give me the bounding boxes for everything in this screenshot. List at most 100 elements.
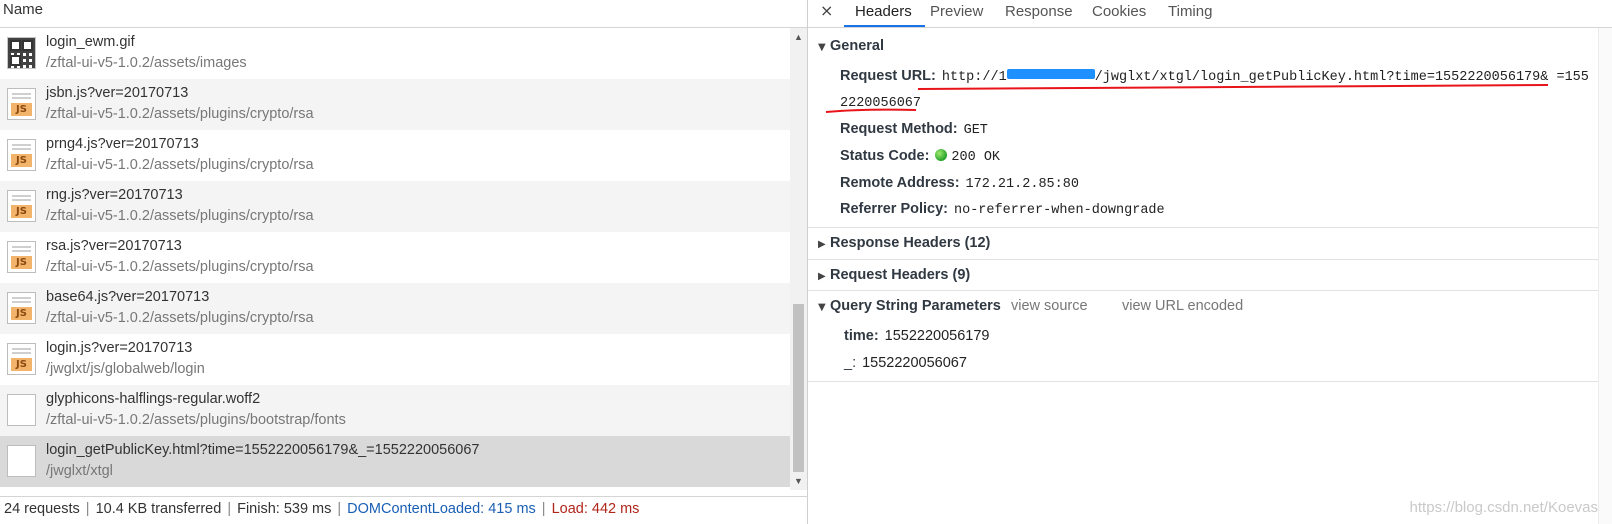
status-code-row: Status Code: 200 OK — [840, 148, 1000, 165]
js-file-icon: JS — [7, 343, 36, 375]
blank-file-icon — [7, 394, 36, 426]
divider: | — [337, 501, 342, 517]
section-title: Response Headers (12) — [830, 235, 991, 251]
expanded-triangle-icon: ▼ — [818, 42, 826, 53]
section-title: Request Headers (9) — [830, 267, 971, 283]
query-param-key: _: — [844, 355, 857, 371]
request-row[interactable]: JS base64.js?ver=20170713 /zftal-ui-v5-1… — [0, 283, 790, 334]
section-divider — [808, 259, 1600, 260]
status-code-value: 200 OK — [951, 150, 1001, 165]
blank-file-icon — [7, 445, 36, 477]
request-method-row: Request Method: GET — [840, 121, 988, 138]
redacted-host — [1006, 69, 1095, 79]
query-string-section-header[interactable]: ▼ Query String Parameters — [818, 298, 1001, 314]
transferred-size: 10.4 KB transferred — [95, 501, 222, 517]
request-method-label: Request Method: — [840, 121, 958, 137]
request-row[interactable]: JS login.js?ver=20170713 /jwglxt/js/glob… — [0, 334, 790, 385]
view-source-link[interactable]: view source — [1011, 298, 1088, 314]
request-name: login.js?ver=20170713 — [46, 340, 193, 356]
active-tab-underline — [844, 25, 925, 27]
referrer-policy-row: Referrer Policy: no-referrer-when-downgra… — [840, 201, 1165, 218]
request-name: glyphicons-halflings-regular.woff2 — [46, 391, 261, 407]
load-time: Load: 442 ms — [551, 501, 640, 517]
referrer-policy-value: no-referrer-when-downgrade — [954, 203, 1165, 218]
request-name: login_getPublicKey.html?time=15522200561… — [46, 442, 480, 458]
status-code-label: Status Code: — [840, 148, 930, 164]
section-divider — [808, 290, 1600, 291]
request-name: login_ewm.gif — [46, 34, 135, 50]
js-file-icon: JS — [7, 88, 36, 120]
domcontentloaded-time: DOMContentLoaded: 415 ms — [347, 501, 536, 517]
query-param-key: time: — [844, 328, 879, 344]
request-row[interactable]: login_ewm.gif /zftal-ui-v5-1.0.2/assets/… — [0, 28, 790, 79]
finish-time: Finish: 539 ms — [237, 501, 332, 517]
request-list: login_ewm.gif /zftal-ui-v5-1.0.2/assets/… — [0, 28, 790, 490]
request-url-row-continued: 2220056067 — [840, 94, 921, 111]
request-headers-section-header[interactable]: ▶ Request Headers (9) — [818, 267, 970, 283]
query-param-row: _: 1552220056067 — [844, 355, 967, 371]
request-name: prng4.js?ver=20170713 — [46, 136, 199, 152]
section-title: General — [830, 38, 884, 54]
referrer-policy-label: Referrer Policy: — [840, 201, 948, 217]
details-scrollbar[interactable] — [1598, 28, 1612, 524]
details-tab-bar: × Headers Preview Response Cookies Timin… — [808, 0, 1612, 28]
request-count: 24 requests — [4, 501, 80, 517]
js-file-icon: JS — [7, 190, 36, 222]
js-file-icon: JS — [7, 139, 36, 171]
request-details-panel: × Headers Preview Response Cookies Timin… — [808, 0, 1612, 524]
status-ok-dot-icon — [935, 149, 948, 161]
request-name: rng.js?ver=20170713 — [46, 187, 183, 203]
request-path: /zftal-ui-v5-1.0.2/assets/plugins/crypto… — [46, 259, 314, 275]
tab-timing[interactable]: Timing — [1168, 3, 1212, 20]
close-icon[interactable]: × — [820, 1, 833, 20]
request-row[interactable]: JS rng.js?ver=20170713 /zftal-ui-v5-1.0.… — [0, 181, 790, 232]
js-file-icon: JS — [7, 292, 36, 324]
tab-cookies[interactable]: Cookies — [1092, 3, 1146, 20]
request-row[interactable]: glyphicons-halflings-regular.woff2 /zfta… — [0, 385, 790, 436]
general-section-header[interactable]: ▼ General — [818, 38, 884, 54]
request-method-value: GET — [963, 123, 988, 138]
request-path: /zftal-ui-v5-1.0.2/assets/plugins/crypto… — [46, 157, 314, 173]
request-row-selected[interactable]: login_getPublicKey.html?time=15522200561… — [0, 436, 790, 487]
request-path: /zftal-ui-v5-1.0.2/assets/plugins/crypto… — [46, 106, 314, 122]
remote-address-value: 172.21.2.85:80 — [965, 177, 1079, 192]
request-url-label: Request URL: — [840, 68, 936, 84]
request-list-panel: Name login_ewm.gif /zftal-ui-v5-1.0.2/as… — [0, 0, 808, 524]
request-name: jsbn.js?ver=20170713 — [46, 85, 189, 101]
tab-headers[interactable]: Headers — [855, 3, 912, 20]
remote-address-row: Remote Address: 172.21.2.85:80 — [840, 175, 1079, 192]
name-column-header[interactable]: Name — [0, 0, 807, 28]
qr-image-icon — [7, 37, 36, 69]
request-row[interactable]: JS jsbn.js?ver=20170713 /zftal-ui-v5-1.0… — [0, 79, 790, 130]
query-param-value: 1552220056179 — [884, 328, 990, 344]
request-path: /zftal-ui-v5-1.0.2/assets/plugins/crypto… — [46, 310, 314, 326]
view-url-encoded-link[interactable]: view URL encoded — [1122, 298, 1243, 314]
request-path: /zftal-ui-v5-1.0.2/assets/images — [46, 55, 247, 71]
scroll-up-icon[interactable]: ▲ — [794, 32, 803, 42]
divider: | — [85, 501, 90, 517]
query-param-row: time: 1552220056179 — [844, 328, 990, 344]
request-name: base64.js?ver=20170713 — [46, 289, 210, 305]
scrollbar-thumb[interactable] — [793, 304, 804, 472]
scroll-down-icon[interactable]: ▼ — [794, 476, 803, 486]
section-divider — [808, 381, 1600, 382]
query-param-value: 1552220056067 — [862, 355, 967, 371]
request-url-row: Request URL: http://1/jwglxt/xtgl/login_g… — [840, 68, 1589, 85]
request-row[interactable]: JS prng4.js?ver=20170713 /zftal-ui-v5-1.… — [0, 130, 790, 181]
request-path: /jwglxt/xtgl — [46, 463, 113, 479]
js-file-icon: JS — [7, 241, 36, 273]
tab-preview[interactable]: Preview — [930, 3, 983, 20]
request-url-value: http://1/jwglxt/xtgl/login_getPublicKey.… — [941, 69, 1589, 85]
request-url-value-continued: 2220056067 — [840, 96, 922, 111]
request-path: /zftal-ui-v5-1.0.2/assets/plugins/bootst… — [46, 412, 346, 428]
divider: | — [227, 501, 232, 517]
tab-response[interactable]: Response — [1005, 3, 1073, 20]
collapsed-triangle-icon: ▶ — [818, 271, 826, 282]
request-row[interactable]: JS rsa.js?ver=20170713 /zftal-ui-v5-1.0.… — [0, 232, 790, 283]
list-scrollbar[interactable]: ▲ ▼ — [790, 28, 807, 490]
collapsed-triangle-icon: ▶ — [818, 239, 826, 250]
network-status-bar: 24 requests | 10.4 KB transferred | Finish: … — [0, 496, 808, 524]
remote-address-label: Remote Address: — [840, 175, 960, 191]
response-headers-section-header[interactable]: ▶ Response Headers (12) — [818, 235, 990, 251]
section-divider — [808, 227, 1600, 228]
